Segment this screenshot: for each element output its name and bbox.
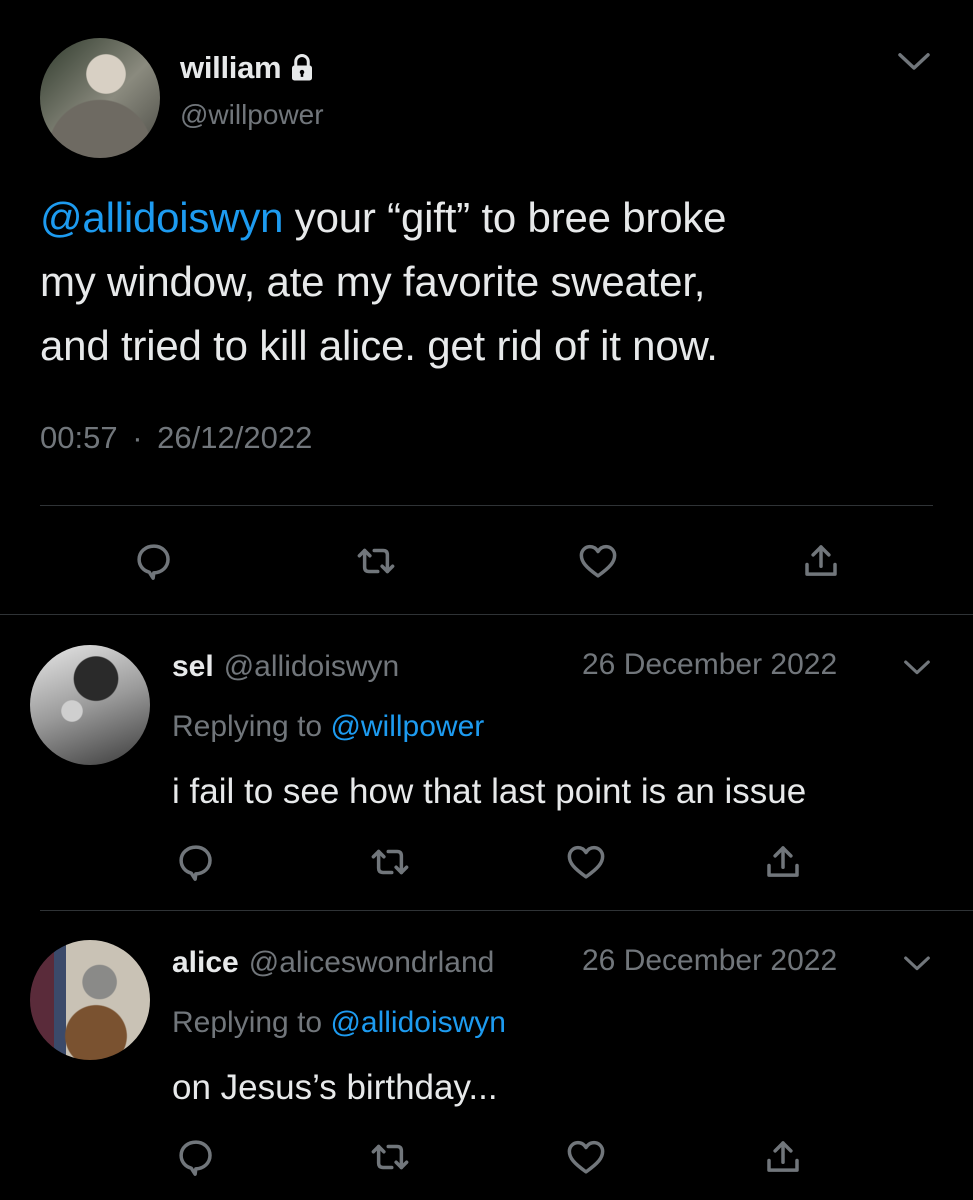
retweet-icon[interactable]	[355, 540, 397, 582]
share-icon[interactable]	[762, 841, 804, 883]
timestamp[interactable]: 00:57 · 26/12/2022	[40, 420, 312, 456]
tweet-time: 00:57	[40, 420, 118, 455]
tweet-text: @allidoiswyn your “gift” to bree broke m…	[40, 186, 727, 378]
timestamp-separator: ·	[132, 420, 143, 455]
replying-to: Replying to @allidoiswyn	[172, 1006, 506, 1040]
replying-to-label: Replying to	[172, 1006, 331, 1039]
reply-icon[interactable]	[175, 841, 217, 883]
replying-to-link[interactable]: @willpower	[330, 710, 484, 743]
tweet-text-line-3: and tried to kill alice. get rid of it n…	[40, 322, 718, 369]
replying-to-link[interactable]: @allidoiswyn	[330, 1006, 506, 1039]
share-icon[interactable]	[800, 540, 842, 582]
tweet-text-line-1: your “gift” to bree broke	[283, 194, 727, 241]
display-name[interactable]: alice	[172, 946, 239, 980]
handle[interactable]: @willpower	[180, 99, 324, 131]
handle[interactable]: @aliceswondrland	[249, 946, 495, 980]
reply-divider	[40, 910, 973, 911]
reply-date[interactable]: 26 December 2022	[582, 648, 837, 682]
share-icon[interactable]	[762, 1136, 804, 1178]
reply-text: i fail to see how that last point is an …	[172, 772, 807, 811]
chevron-down-icon[interactable]	[900, 650, 934, 684]
heart-icon[interactable]	[565, 1136, 607, 1178]
mention-link[interactable]: @allidoiswyn	[40, 194, 284, 241]
chevron-down-icon[interactable]	[900, 946, 934, 980]
heart-icon[interactable]	[577, 540, 619, 582]
reply-icon[interactable]	[133, 540, 175, 582]
retweet-icon[interactable]	[369, 841, 411, 883]
lock-icon	[287, 53, 317, 83]
tweet-date: 26/12/2022	[157, 420, 313, 455]
handle[interactable]: @allidoiswyn	[224, 650, 400, 684]
avatar[interactable]	[30, 645, 150, 765]
avatar[interactable]	[30, 940, 150, 1060]
reply-date[interactable]: 26 December 2022	[582, 944, 837, 978]
replying-to-label: Replying to	[172, 710, 331, 743]
display-name[interactable]: william	[180, 50, 282, 86]
thread-divider	[0, 614, 973, 615]
reply-icon[interactable]	[175, 1136, 217, 1178]
retweet-icon[interactable]	[369, 1136, 411, 1178]
avatar[interactable]	[40, 38, 160, 158]
reply-text: on Jesus’s birthday...	[172, 1068, 498, 1107]
tweet-text-line-2: my window, ate my favorite sweater,	[40, 258, 706, 305]
replying-to: Replying to @willpower	[172, 710, 484, 744]
display-name[interactable]: sel	[172, 650, 214, 684]
divider	[40, 505, 933, 506]
chevron-down-icon[interactable]	[893, 40, 935, 82]
heart-icon[interactable]	[565, 841, 607, 883]
